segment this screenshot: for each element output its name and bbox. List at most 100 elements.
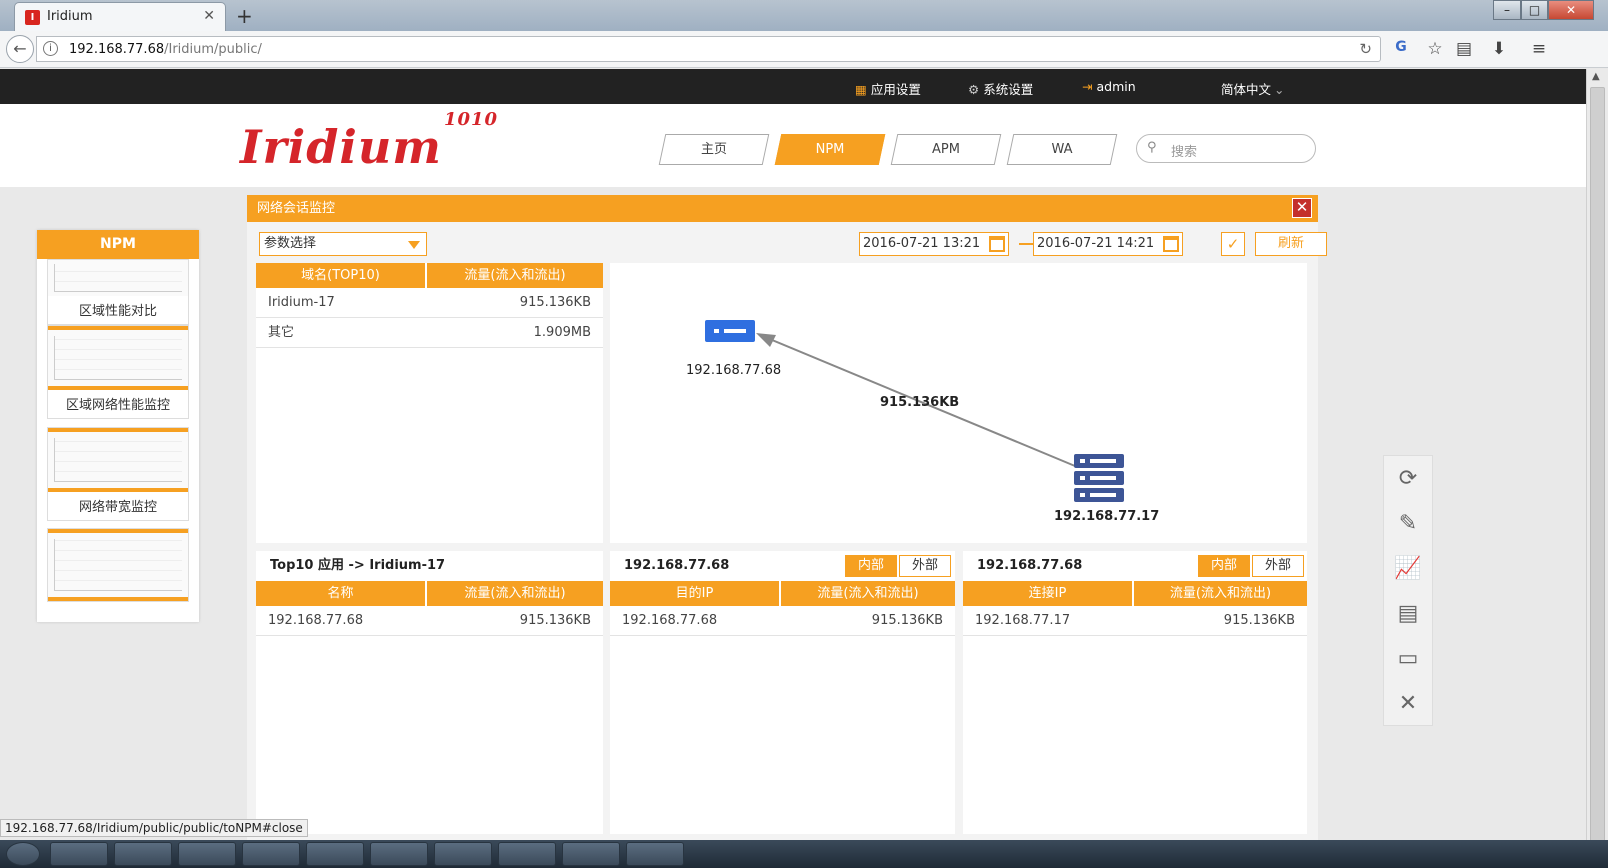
calendar-icon[interactable] (989, 236, 1005, 252)
column-header[interactable]: 流量(流入和流出) (427, 263, 603, 288)
sidebar-item-label: 网络带宽监控 (78, 500, 157, 515)
column-header[interactable]: 流量(流入和流出) (427, 581, 603, 606)
taskbar-app[interactable] (50, 842, 108, 866)
column-header[interactable]: 域名(TOP10) (256, 263, 427, 288)
taskbar-app[interactable] (178, 842, 236, 866)
refresh-button[interactable]: 刷新 (1255, 232, 1327, 256)
language-label: 简体中文 (1221, 82, 1272, 97)
table-row[interactable]: 其它 1.909MB (256, 318, 603, 348)
edge-arrow-icon (756, 333, 776, 347)
browser-tab[interactable]: I Iridium ✕ (14, 2, 226, 31)
column-header[interactable]: 目的IP (610, 581, 781, 606)
address-bar[interactable]: i 192.168.77.68/Iridium/public/ ↻ (36, 36, 1381, 62)
table-row[interactable]: 192.168.77.68 915.136KB (610, 606, 955, 636)
npm-sidebar: NPM 区域性能对比 区域网络性能监控 网络带宽监控 (37, 230, 199, 622)
table-row[interactable]: 192.168.77.68 915.136KB (256, 606, 603, 636)
taskbar-app[interactable] (306, 842, 364, 866)
page-scrollbar[interactable]: ▲ (1586, 69, 1608, 868)
param-select[interactable]: 参数选择 (259, 232, 427, 256)
brand-logo[interactable]: Iridium1010 (240, 109, 497, 174)
download-icon[interactable]: ⬇ (1488, 39, 1510, 59)
outer-toggle-button[interactable]: 外部 (899, 555, 951, 577)
outer-toggle-button[interactable]: 外部 (1252, 555, 1304, 577)
start-button[interactable] (6, 842, 40, 866)
sidebar-item-label: 区域网络性能监控 (65, 398, 170, 413)
maximize-window-button[interactable]: □ (1521, 0, 1548, 20)
sidebar-item-4[interactable] (47, 528, 189, 602)
document-icon[interactable]: ▤ (1384, 591, 1432, 636)
monitor-icon[interactable]: ▭ (1384, 636, 1432, 681)
column-header[interactable]: 流量(流入和流出) (1134, 581, 1307, 606)
table-cell: 1.909MB (533, 325, 591, 340)
table-cell: 915.136KB (519, 613, 591, 628)
tab-apm[interactable]: APM (894, 134, 998, 165)
taskbar-app[interactable] (626, 842, 684, 866)
node-b-icon[interactable] (1074, 454, 1124, 502)
tab-wa[interactable]: WA (1010, 134, 1114, 165)
translate-extension-icon[interactable]: G (1390, 39, 1412, 55)
table-cell: 192.168.77.68 (622, 613, 718, 628)
inner-toggle-button[interactable]: 内部 (1198, 555, 1250, 577)
close-window-button[interactable]: ✕ (1548, 0, 1594, 20)
refresh-icon[interactable]: ⟳ (1384, 456, 1432, 501)
bookmark-star-icon[interactable]: ☆ (1424, 39, 1446, 59)
end-time-input[interactable]: 2016-07-21 14:21 (1033, 232, 1183, 256)
url-text[interactable]: 192.168.77.68/Iridium/public/ (69, 42, 262, 57)
tab-wa-label: WA (1051, 142, 1073, 157)
table-cell: 192.168.77.68 (268, 613, 364, 628)
column-header[interactable]: 名称 (256, 581, 427, 606)
language-select[interactable]: 简体中文 ⌄ (1221, 79, 1285, 98)
table-row[interactable]: 192.168.77.17 915.136KB (963, 606, 1307, 636)
sidebar-item-label: 区域性能对比 (78, 304, 157, 319)
tab-home[interactable]: 主页 (662, 134, 766, 165)
session-monitor-panel: 网络会话监控 ✕ 参数选择 2016-07-21 13:21 2016-07-2… (247, 195, 1327, 868)
table-row[interactable]: Iridium-17 915.136KB (256, 288, 603, 318)
taskbar-app[interactable] (498, 842, 556, 866)
close-panel-button[interactable]: ✕ (1292, 198, 1312, 218)
taskbar-app[interactable] (370, 842, 428, 866)
reading-list-icon[interactable]: ▤ (1453, 39, 1475, 59)
app-settings-link[interactable]: ▦ 应用设置 (855, 79, 921, 98)
sidebar-item-region-network[interactable]: 区域网络性能监控 (47, 325, 189, 419)
start-time-input[interactable]: 2016-07-21 13:21 (859, 232, 1009, 256)
back-button[interactable]: ← (6, 35, 34, 63)
app-settings-label: 应用设置 (870, 82, 921, 97)
edit-icon[interactable]: ✎ (1384, 501, 1432, 546)
confirm-button[interactable]: ✓ (1221, 232, 1245, 256)
dest-ip-table: 192.168.77.68 内部 外部 目的IP 流量(流入和流出) 192.1… (610, 551, 955, 834)
table-cell: 192.168.77.17 (975, 613, 1071, 628)
taskbar-app[interactable] (562, 842, 620, 866)
session-graph: 192.168.77.68 915.136KB 192.168.77.17 (610, 263, 1307, 543)
npm-sidebar-title: NPM (37, 230, 199, 259)
new-tab-button[interactable]: + (236, 4, 253, 28)
scroll-up-icon[interactable]: ▲ (1592, 71, 1600, 82)
user-name: admin (1096, 79, 1136, 94)
system-settings-link[interactable]: ⚙ 系统设置 (968, 79, 1033, 98)
reload-icon[interactable]: ↻ (1359, 40, 1372, 58)
info-icon[interactable]: i (43, 41, 58, 56)
close-icon[interactable]: ✕ (1384, 681, 1432, 726)
tab-close-icon[interactable]: ✕ (203, 8, 215, 24)
taskbar-app[interactable] (114, 842, 172, 866)
sidebar-item-bandwidth[interactable]: 网络带宽监控 (47, 427, 189, 521)
minimize-window-button[interactable]: – (1493, 0, 1521, 20)
taskbar-app[interactable] (242, 842, 300, 866)
scrollbar-thumb[interactable] (1590, 87, 1605, 853)
line-chart-icon[interactable]: 📈 (1384, 546, 1432, 591)
browser-status-bar: 192.168.77.68/Iridium/public/public/toNP… (0, 819, 308, 837)
node-a-label: 192.168.77.68 (686, 363, 782, 378)
system-settings-label: 系统设置 (983, 82, 1034, 97)
menu-icon[interactable]: ≡ (1528, 39, 1550, 59)
sidebar-item-region-performance[interactable]: 区域性能对比 (47, 259, 189, 325)
logout-icon: ⇥ (1082, 79, 1093, 94)
calendar-icon[interactable] (1163, 236, 1179, 252)
floating-toolbar: ⟳ ✎ 📈 ▤ ▭ ✕ (1383, 455, 1433, 726)
search-placeholder: 搜索 (1171, 145, 1198, 160)
tab-npm[interactable]: NPM (778, 134, 882, 165)
user-menu[interactable]: ⇥ admin (1082, 79, 1136, 94)
taskbar-app[interactable] (434, 842, 492, 866)
column-header[interactable]: 连接IP (963, 581, 1134, 606)
search-input[interactable]: ⚲ 搜索 (1136, 134, 1316, 163)
column-header[interactable]: 流量(流入和流出) (781, 581, 955, 606)
inner-toggle-button[interactable]: 内部 (845, 555, 897, 577)
